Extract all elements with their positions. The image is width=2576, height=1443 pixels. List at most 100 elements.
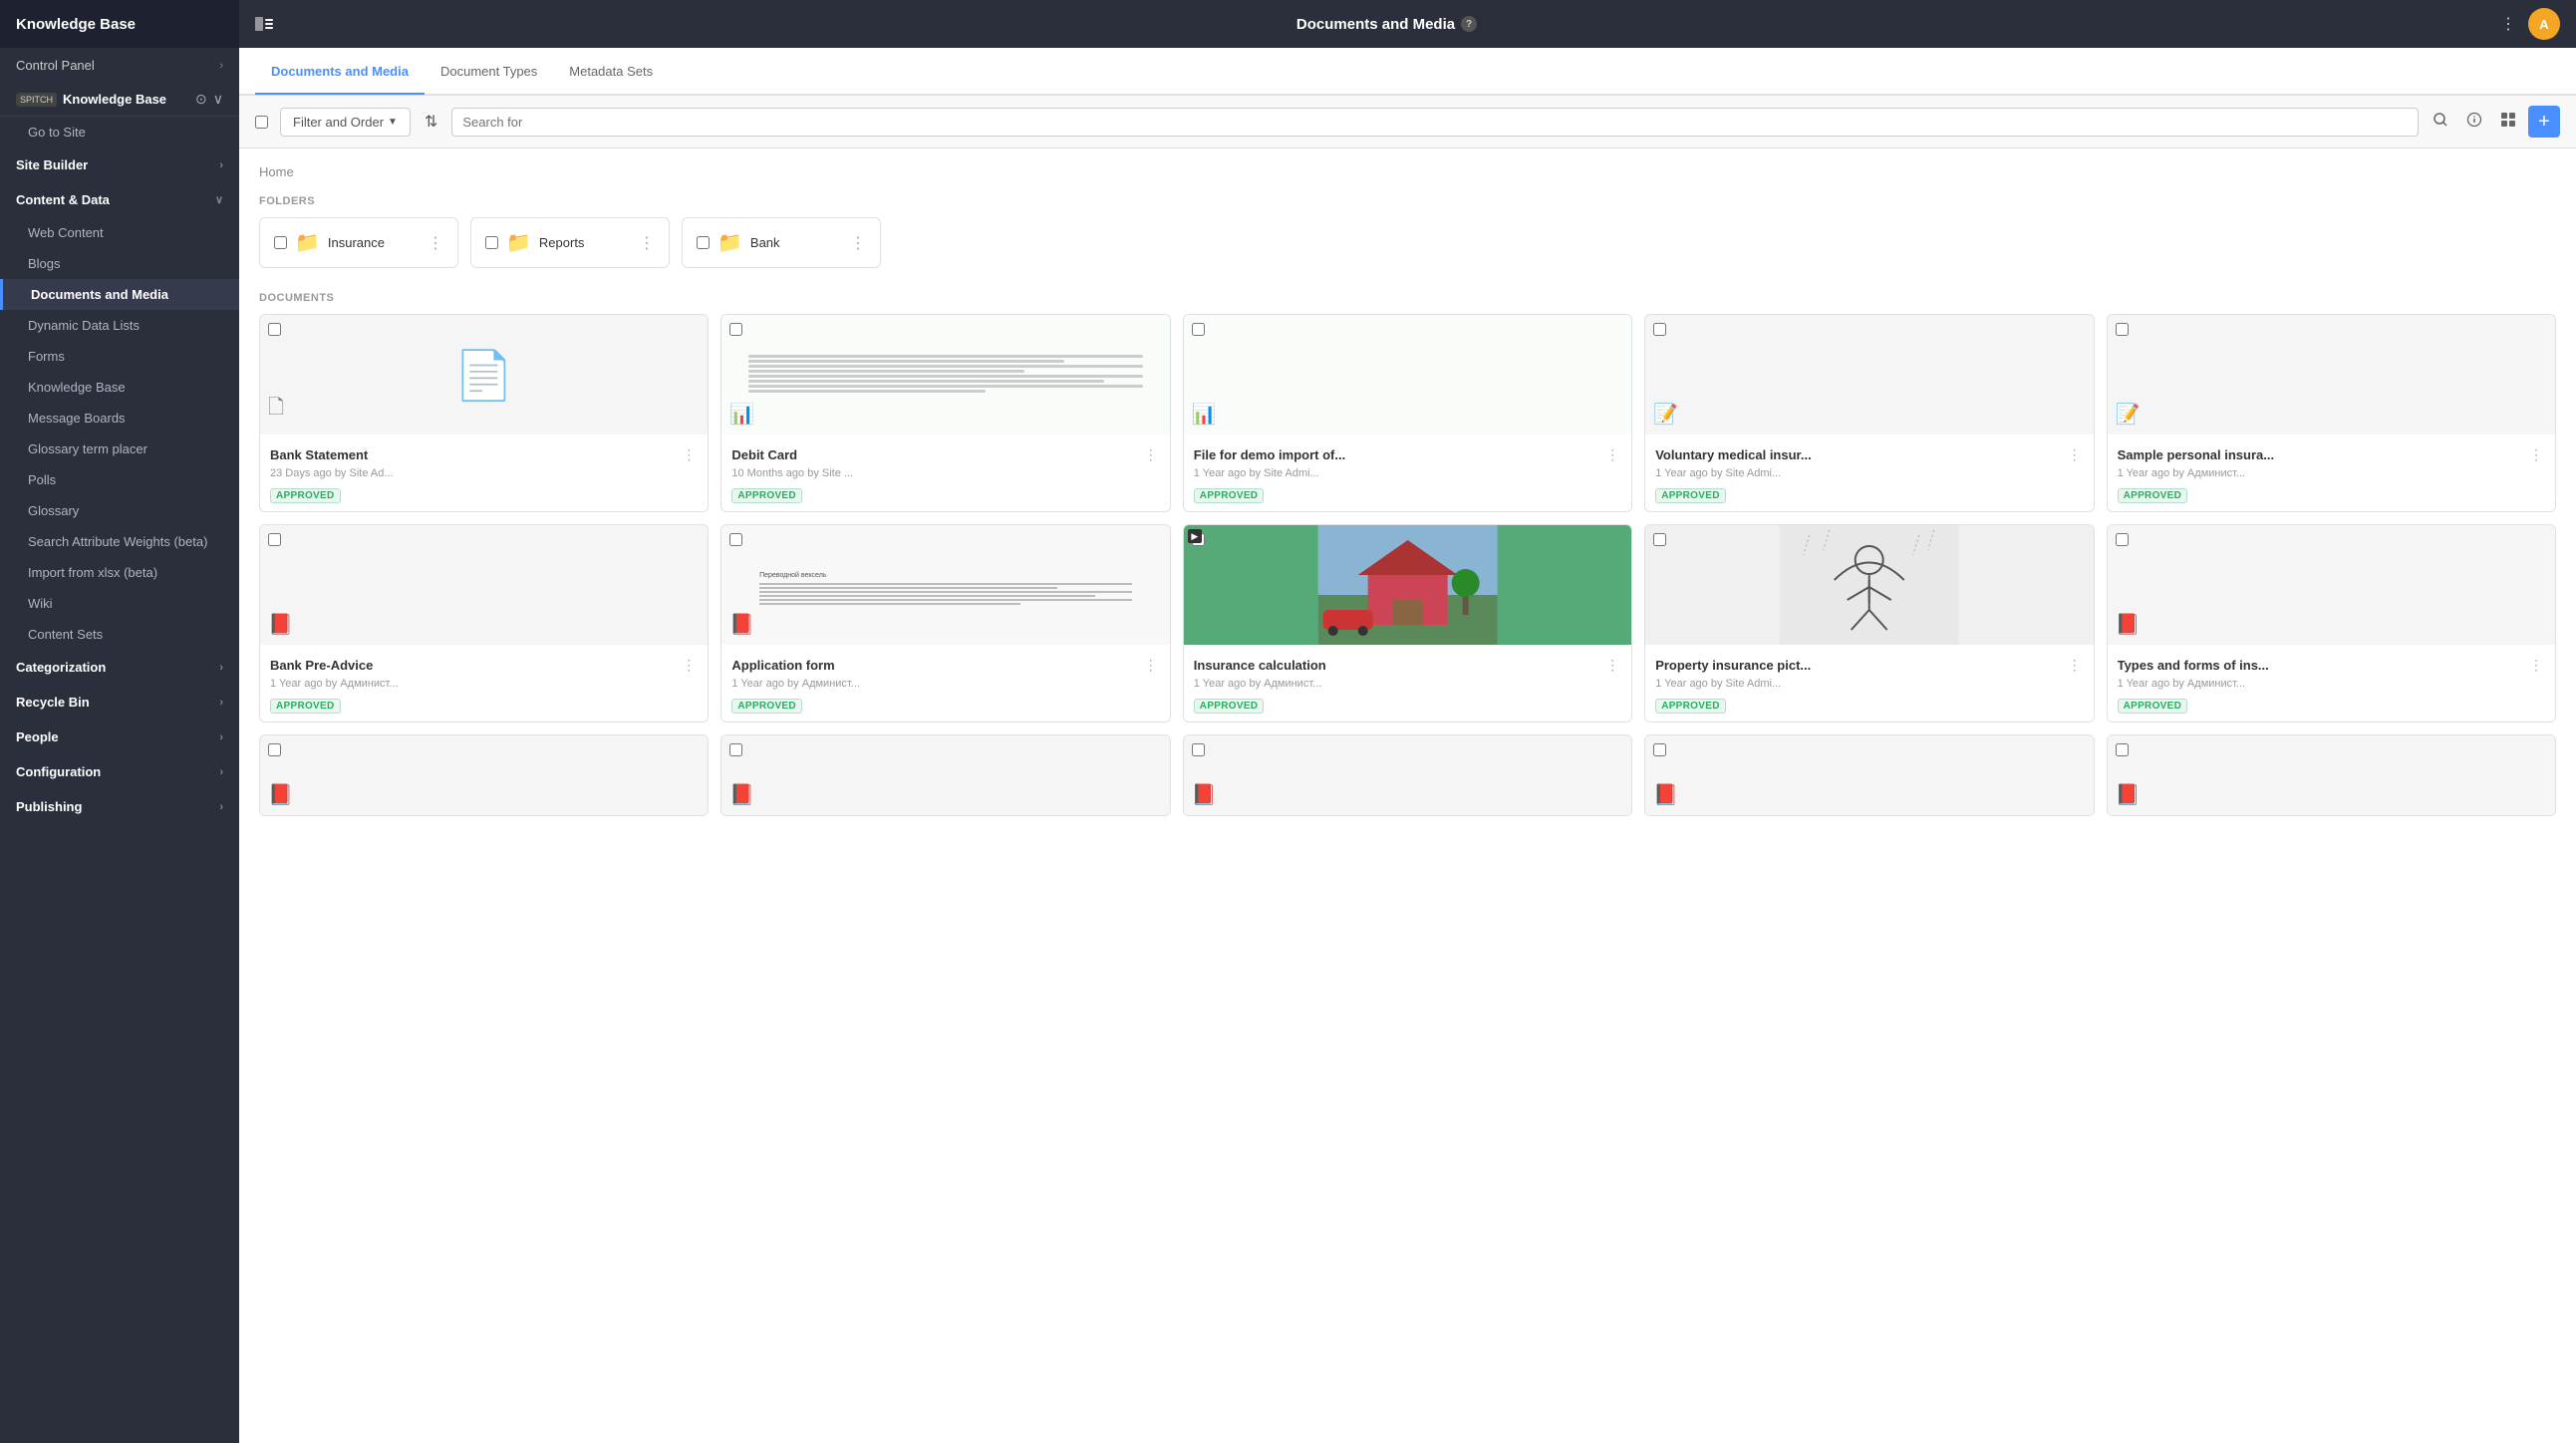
folder-bank-checkbox[interactable] [697, 236, 710, 249]
doc-checkbox-r35[interactable] [2116, 743, 2129, 756]
doc-checkbox-types[interactable] [2116, 533, 2129, 546]
doc-row3-4[interactable]: 📕 [1644, 734, 2094, 816]
doc-menu-bank-statement[interactable]: ⋮ [680, 444, 698, 465]
info-icon-button[interactable] [2460, 108, 2488, 137]
doc-checkbox-r31[interactable] [268, 743, 281, 756]
tab-metadata-sets[interactable]: Metadata Sets [553, 50, 669, 95]
topbar-help-icon[interactable]: ? [1461, 16, 1477, 32]
badge-sample: APPROVED [2118, 488, 2188, 503]
doc-menu-insurance-calc[interactable]: ⋮ [1603, 655, 1621, 676]
doc-insurance-calc[interactable]: ▶ Insurance calculation ⋮ 1 Year ago by … [1183, 524, 1632, 722]
doc-checkbox-sample[interactable] [2116, 323, 2129, 336]
doc-menu-voluntary[interactable]: ⋮ [2066, 444, 2084, 465]
doc-title-insurance-calc: Insurance calculation [1194, 658, 1603, 673]
doc-application-form[interactable]: Переводной вексель 📕 Application fo [720, 524, 1170, 722]
doc-checkbox-file-demo[interactable] [1192, 323, 1205, 336]
sidebar-item-content-sets[interactable]: Content Sets [0, 619, 239, 650]
doc-checkbox-r33[interactable] [1192, 743, 1205, 756]
topbar-title: Documents and Media ? [285, 16, 2488, 33]
sidebar-item-search-attr[interactable]: Search Attribute Weights (beta) [0, 526, 239, 557]
doc-property-insurance[interactable]: Property insurance pict... ⋮ 1 Year ago … [1644, 524, 2094, 722]
doc-bank-pre-advice[interactable]: 📕 Bank Pre-Advice ⋮ 1 Year ago by Админи… [259, 524, 709, 722]
folder-reports-checkbox[interactable] [485, 236, 498, 249]
doc-menu-file-demo[interactable]: ⋮ [1603, 444, 1621, 465]
doc-row3-2[interactable]: 📕 [720, 734, 1170, 816]
sidebar-item-web-content[interactable]: Web Content [0, 217, 239, 248]
documents-grid: 📄 🗋 Bank Statement ⋮ 23 Days ago by Site… [259, 314, 2556, 816]
doc-checkbox-r34[interactable] [1653, 743, 1666, 756]
site-chevron-icon[interactable]: ∨ [213, 91, 223, 108]
folder-insurance-checkbox[interactable] [274, 236, 287, 249]
spitch-badge: SPITCH [16, 93, 57, 107]
gdoc-icon2: 📝 [2116, 402, 2141, 427]
site-settings-icon[interactable]: ⊙ [195, 91, 207, 108]
scroll-content: Home FOLDERS 📁 Insurance ⋮ 📁 Reports ⋮ [239, 148, 2576, 1443]
doc-checkbox-bank-pre[interactable] [268, 533, 281, 546]
sidebar-item-content-data[interactable]: Content & Data ∨ [0, 182, 239, 217]
sidebar-item-blogs[interactable]: Blogs [0, 248, 239, 279]
folder-insurance-menu-icon[interactable]: ⋮ [428, 233, 443, 253]
sidebar-item-publishing[interactable]: Publishing › [0, 789, 239, 824]
doc-checkbox-debit-card[interactable] [729, 323, 742, 336]
doc-menu-application[interactable]: ⋮ [1142, 655, 1160, 676]
sidebar-toggle-button[interactable] [255, 17, 273, 31]
sidebar-item-message-boards[interactable]: Message Boards [0, 403, 239, 433]
doc-file-demo[interactable]: 📊 File for demo import of... ⋮ 1 Year ag… [1183, 314, 1632, 512]
sort-button[interactable]: ⇅ [419, 108, 443, 136]
sidebar-item-categorization[interactable]: Categorization › [0, 650, 239, 685]
doc-row3-5[interactable]: 📕 [2107, 734, 2556, 816]
doc-row3-3[interactable]: 📕 [1183, 734, 1632, 816]
doc-types-forms[interactable]: 📕 Types and forms of ins... ⋮ 1 Year ago… [2107, 524, 2556, 722]
doc-bank-statement[interactable]: 📄 🗋 Bank Statement ⋮ 23 Days ago by Site… [259, 314, 709, 512]
doc-menu-sample[interactable]: ⋮ [2527, 444, 2545, 465]
sidebar-item-configuration[interactable]: Configuration › [0, 754, 239, 789]
doc-checkbox-application[interactable] [729, 533, 742, 546]
add-button[interactable]: + [2528, 106, 2560, 138]
select-all-checkbox[interactable] [255, 116, 268, 129]
doc-preview-r35: 📕 [2108, 735, 2555, 815]
doc-meta-bank-statement: 23 Days ago by Site Ad... [270, 467, 698, 479]
sidebar-item-glossary-term-placer[interactable]: Glossary term placer [0, 433, 239, 464]
sidebar-item-documents-and-media[interactable]: Documents and Media [0, 279, 239, 310]
folder-bank[interactable]: 📁 Bank ⋮ [682, 217, 881, 268]
doc-checkbox-r32[interactable] [729, 743, 742, 756]
main-area: Documents and Media ? ⋮ A Documents and … [239, 0, 2576, 1443]
doc-checkbox-voluntary[interactable] [1653, 323, 1666, 336]
doc-menu-bank-pre[interactable]: ⋮ [680, 655, 698, 676]
doc-menu-debit-card[interactable]: ⋮ [1142, 444, 1160, 465]
filter-order-button[interactable]: Filter and Order ▼ [280, 108, 411, 137]
sidebar-item-wiki[interactable]: Wiki [0, 588, 239, 619]
folder-bank-menu-icon[interactable]: ⋮ [850, 233, 866, 253]
sidebar-item-glossary[interactable]: Glossary [0, 495, 239, 526]
folder-reports-menu-icon[interactable]: ⋮ [639, 233, 655, 253]
topbar-menu-button[interactable]: ⋮ [2500, 14, 2516, 34]
tab-document-types[interactable]: Document Types [425, 50, 553, 95]
sidebar-control-panel[interactable]: Control Panel › [0, 48, 239, 83]
folder-insurance[interactable]: 📁 Insurance ⋮ [259, 217, 458, 268]
sidebar-item-import-xlsx[interactable]: Import from xlsx (beta) [0, 557, 239, 588]
doc-voluntary-medical[interactable]: 📝 Voluntary medical insur... ⋮ 1 Year ag… [1644, 314, 2094, 512]
user-avatar[interactable]: A [2528, 8, 2560, 40]
folder-reports[interactable]: 📁 Reports ⋮ [470, 217, 670, 268]
sidebar-item-forms[interactable]: Forms [0, 341, 239, 372]
doc-sample-personal[interactable]: 📝 Sample personal insura... ⋮ 1 Year ago… [2107, 314, 2556, 512]
search-icon-button[interactable] [2427, 108, 2454, 137]
doc-row3-1[interactable]: 📕 [259, 734, 709, 816]
sidebar-item-people[interactable]: People › [0, 720, 239, 754]
doc-title-debit-card: Debit Card [731, 447, 1141, 462]
sidebar-item-go-to-site[interactable]: Go to Site [0, 117, 239, 147]
doc-menu-property[interactable]: ⋮ [2066, 655, 2084, 676]
doc-preview-r34: 📕 [1645, 735, 2093, 815]
sidebar-item-recycle-bin[interactable]: Recycle Bin › [0, 685, 239, 720]
doc-preview-r33: 📕 [1184, 735, 1631, 815]
tab-documents-and-media[interactable]: Documents and Media [255, 50, 425, 95]
search-input[interactable] [462, 115, 2408, 130]
doc-checkbox-bank-statement[interactable] [268, 323, 281, 336]
sidebar-item-dynamic-data-lists[interactable]: Dynamic Data Lists [0, 310, 239, 341]
sidebar-item-polls[interactable]: Polls [0, 464, 239, 495]
sidebar-item-knowledge-base[interactable]: Knowledge Base [0, 372, 239, 403]
grid-view-button[interactable] [2494, 108, 2522, 137]
doc-menu-types[interactable]: ⋮ [2527, 655, 2545, 676]
doc-debit-card[interactable]: 📊 Debit Card ⋮ 10 Months ago by Site ...… [720, 314, 1170, 512]
sidebar-item-site-builder[interactable]: Site Builder › [0, 147, 239, 182]
